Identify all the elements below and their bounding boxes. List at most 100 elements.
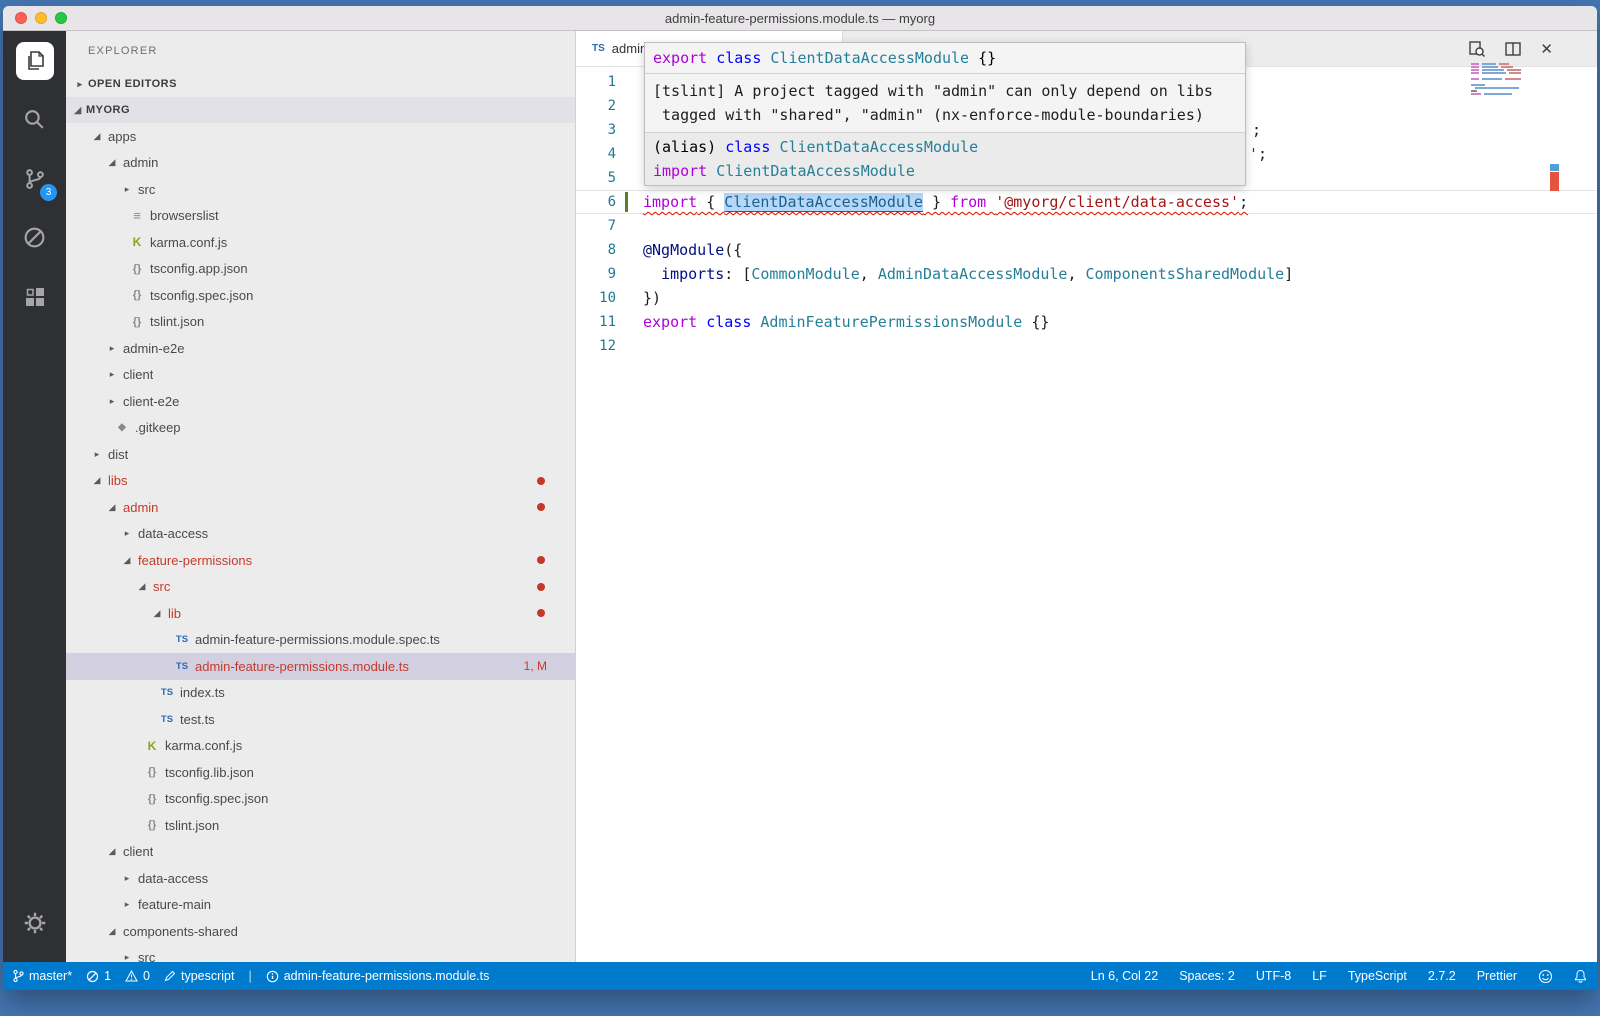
code-token: '@myorg/client/data-access' <box>995 193 1239 211</box>
status-indentation[interactable]: Spaces: 2 <box>1179 969 1235 983</box>
explorer-activity-button[interactable] <box>3 31 66 90</box>
tree-folder-feature-main[interactable]: ▸feature-main <box>66 892 575 919</box>
symbol-link[interactable]: ClientDataAccessModule <box>724 193 923 211</box>
tree-file-tsconfig.spec.json[interactable]: {}tsconfig.spec.json <box>66 786 575 813</box>
status-active-file[interactable]: admin-feature-permissions.module.ts <box>266 969 490 983</box>
minimap[interactable] <box>1471 63 1535 96</box>
chevron-collapsed-icon[interactable]: ▸ <box>89 449 105 460</box>
tree-file-tslint.json[interactable]: {}tslint.json <box>66 309 575 336</box>
status-cursor-position[interactable]: Ln 6, Col 22 <box>1091 969 1158 983</box>
status-language[interactable]: TypeScript <box>1348 969 1407 983</box>
status-branch[interactable]: master* <box>13 969 72 983</box>
chevron-expanded-icon[interactable]: ◢ <box>134 581 150 592</box>
split-editor-button[interactable] <box>1504 40 1522 58</box>
minimap-segment <box>1507 69 1521 71</box>
chevron-expanded-icon[interactable]: ◢ <box>89 131 105 142</box>
chevron-collapsed-icon[interactable]: ▸ <box>119 952 135 962</box>
chevron-collapsed-icon[interactable]: ▸ <box>104 396 120 407</box>
tree-folder-libs[interactable]: ◢libs <box>66 468 575 495</box>
gutter <box>616 262 643 286</box>
code-token: from <box>950 193 986 211</box>
tree-file-admin-feature-permissions.module.spec.ts[interactable]: TSadmin-feature-permissions.module.spec.… <box>66 627 575 654</box>
tree-folder-admin[interactable]: ◢admin <box>66 494 575 521</box>
minimize-window-button[interactable] <box>35 12 47 24</box>
close-window-button[interactable] <box>15 12 27 24</box>
tree-folder-dist[interactable]: ▸dist <box>66 441 575 468</box>
chevron-collapsed-icon[interactable]: ▸ <box>119 899 135 910</box>
tree-file-browserslist[interactable]: ≡browserslist <box>66 203 575 230</box>
tree-item-label: tsconfig.spec.json <box>165 791 268 806</box>
chevron-expanded-icon[interactable]: ◢ <box>119 555 135 566</box>
status-notifications[interactable] <box>1574 969 1587 983</box>
chevron-collapsed-icon[interactable]: ▸ <box>119 873 135 884</box>
code-editor[interactable]: 123;4';56import { ClientDataAccessModule… <box>576 66 1597 962</box>
chevron-expanded-icon[interactable]: ◢ <box>149 608 165 619</box>
chevron-expanded-icon[interactable]: ◢ <box>89 475 105 486</box>
code-token: }) <box>643 289 661 307</box>
minimap-segment <box>1501 66 1513 68</box>
tree-file-tsconfig.spec.json[interactable]: {}tsconfig.spec.json <box>66 282 575 309</box>
tree-file-index.ts[interactable]: TSindex.ts <box>66 680 575 707</box>
open-editors-section[interactable]: ▸ OPEN EDITORS <box>66 71 575 97</box>
tree-folder-components-shared[interactable]: ◢components-shared <box>66 918 575 945</box>
tree-folder-src[interactable]: ▸src <box>66 176 575 203</box>
code-token: imports <box>661 265 724 283</box>
tree-file-.gitkeep[interactable]: ◆.gitkeep <box>66 415 575 442</box>
tree-folder-client[interactable]: ◢client <box>66 839 575 866</box>
chevron-collapsed-icon[interactable]: ▸ <box>104 369 120 380</box>
explorer-sidebar: EXPLORER ▸ OPEN EDITORS ◢ MYORG ◢apps◢ad… <box>66 31 576 962</box>
line-number: 2 <box>576 94 616 118</box>
status-ts-version[interactable]: 2.7.2 <box>1428 969 1456 983</box>
modified-dot-badge <box>537 583 545 591</box>
status-errors[interactable]: 1 <box>86 969 111 983</box>
zoom-window-button[interactable] <box>55 12 67 24</box>
tree-folder-client[interactable]: ▸client <box>66 362 575 389</box>
status-formatter[interactable]: Prettier <box>1477 969 1517 983</box>
open-changes-button[interactable] <box>1468 40 1486 58</box>
chevron-expanded-icon[interactable]: ◢ <box>104 157 120 168</box>
status-warnings[interactable]: 0 <box>125 969 150 983</box>
status-eol[interactable]: LF <box>1312 969 1327 983</box>
chevron-collapsed-icon[interactable]: ▸ <box>119 528 135 539</box>
chevron-collapsed-icon[interactable]: ▸ <box>104 343 120 354</box>
workspace-root-section[interactable]: ◢ MYORG <box>66 97 575 123</box>
status-label: 1 <box>104 969 111 983</box>
activity-bar: 3 <box>3 31 66 962</box>
tree-item-label: components-shared <box>123 924 238 939</box>
chevron-expanded-icon[interactable]: ◢ <box>104 926 120 937</box>
search-activity-button[interactable] <box>3 90 66 149</box>
tree-folder-src[interactable]: ◢src <box>66 574 575 601</box>
settings-button[interactable] <box>3 893 66 952</box>
extensions-activity-button[interactable] <box>3 267 66 326</box>
status-encoding[interactable]: UTF-8 <box>1256 969 1291 983</box>
tree-folder-client-e2e[interactable]: ▸client-e2e <box>66 388 575 415</box>
tree-folder-data-access[interactable]: ▸data-access <box>66 865 575 892</box>
gutter <box>616 286 643 310</box>
tree-folder-data-access[interactable]: ▸data-access <box>66 521 575 548</box>
tree-file-karma.conf.js[interactable]: Kkarma.conf.js <box>66 733 575 760</box>
tree-item-label: test.ts <box>180 712 215 727</box>
tree-file-tsconfig.app.json[interactable]: {}tsconfig.app.json <box>66 256 575 283</box>
tree-file-test.ts[interactable]: TStest.ts <box>66 706 575 733</box>
tree-file-admin-feature-permissions.module.ts[interactable]: TSadmin-feature-permissions.module.ts1, … <box>66 653 575 680</box>
tree-folder-apps[interactable]: ◢apps <box>66 123 575 150</box>
chevron-collapsed-icon[interactable]: ▸ <box>119 184 135 195</box>
tree-folder-src[interactable]: ▸src <box>66 945 575 963</box>
tree-folder-lib[interactable]: ◢lib <box>66 600 575 627</box>
debug-activity-button[interactable] <box>3 208 66 267</box>
tree-file-karma.conf.js[interactable]: Kkarma.conf.js <box>66 229 575 256</box>
status-feedback[interactable] <box>1538 969 1553 984</box>
tree-folder-feature-permissions[interactable]: ◢feature-permissions <box>66 547 575 574</box>
tree-folder-admin-e2e[interactable]: ▸admin-e2e <box>66 335 575 362</box>
chevron-expanded-icon[interactable]: ◢ <box>104 846 120 857</box>
source-control-activity-button[interactable]: 3 <box>3 149 66 208</box>
chevron-expanded-icon[interactable]: ◢ <box>104 502 120 513</box>
ts-file-icon: TS <box>172 661 192 672</box>
status-linter[interactable]: typescript <box>164 969 235 983</box>
tree-file-tslint.json[interactable]: {}tslint.json <box>66 812 575 839</box>
code-token: import <box>653 162 707 180</box>
lint-message-line: tagged with "shared", "admin" (nx-enforc… <box>653 103 1237 127</box>
tree-file-tsconfig.lib.json[interactable]: {}tsconfig.lib.json <box>66 759 575 786</box>
tree-folder-admin[interactable]: ◢admin <box>66 150 575 177</box>
close-editor-button[interactable]: ✕ <box>1540 40 1553 58</box>
